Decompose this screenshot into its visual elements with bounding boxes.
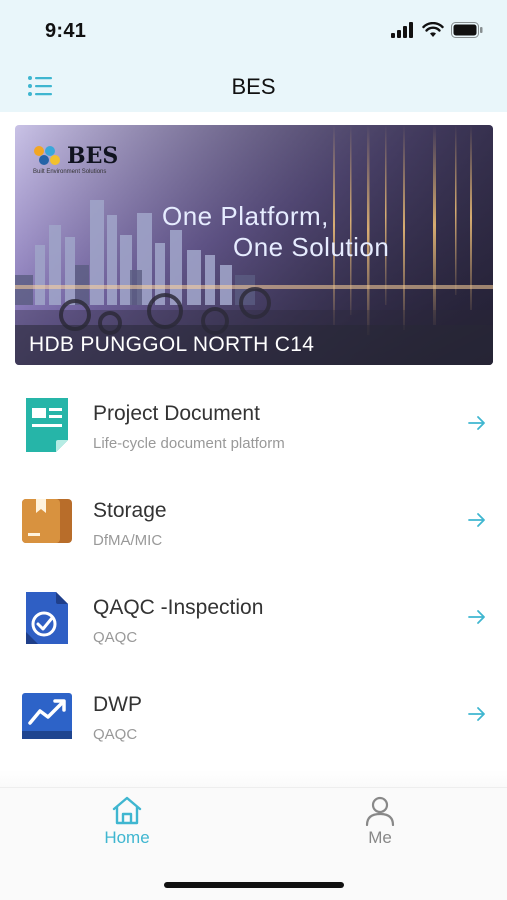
module-subtitle: QAQC xyxy=(93,726,138,743)
inspection-check-icon xyxy=(26,592,68,644)
cellular-signal-icon xyxy=(391,22,413,38)
module-item-dwp[interactable]: DWP QAQC xyxy=(0,669,507,766)
module-title: Storage xyxy=(93,499,167,522)
module-item-qaqc-inspection[interactable]: QAQC -Inspection QAQC xyxy=(0,572,507,669)
module-subtitle: QAQC xyxy=(93,629,138,646)
battery-icon xyxy=(451,22,483,38)
storage-box-icon xyxy=(22,499,72,543)
slogan-line-1: One Platform, xyxy=(162,201,329,231)
slogan-line-2: One Solution xyxy=(233,232,390,262)
list-scroll-edge xyxy=(0,770,507,788)
home-indicator xyxy=(164,882,344,888)
trend-chart-icon xyxy=(22,693,72,739)
arrow-right-icon xyxy=(468,416,485,430)
hexagon-logo-icon xyxy=(34,146,60,165)
nav-bar: BES xyxy=(0,62,507,112)
logo-subtext: Built Environment Solutions xyxy=(33,169,107,175)
tab-home[interactable]: Home xyxy=(67,796,187,856)
tab-me-label: Me xyxy=(368,828,392,847)
status-icons xyxy=(391,22,483,38)
page-title: BES xyxy=(231,74,276,99)
module-list: Project Document Life-cycle document pla… xyxy=(0,378,507,766)
module-title: Project Document xyxy=(93,402,260,425)
module-item-project-document[interactable]: Project Document Life-cycle document pla… xyxy=(0,378,507,475)
logo-text: BES xyxy=(67,143,119,169)
project-name: HDB PUNGGOL NORTH C14 xyxy=(29,333,315,356)
arrow-right-icon xyxy=(468,610,485,624)
home-icon xyxy=(112,796,142,825)
bes-logo: BES xyxy=(33,143,118,169)
arrow-right-icon xyxy=(468,707,485,721)
module-subtitle: Life-cycle document platform xyxy=(93,435,285,452)
tab-home-label: Home xyxy=(104,828,150,847)
module-subtitle: DfMA/MIC xyxy=(93,532,163,549)
person-icon xyxy=(365,796,395,826)
project-banner[interactable]: BES Built Environment Solutions One Plat… xyxy=(15,125,493,365)
module-item-storage[interactable]: Storage DfMA/MIC xyxy=(0,475,507,572)
arrow-right-icon xyxy=(468,513,485,527)
module-title: QAQC -Inspection xyxy=(93,596,264,619)
document-icon xyxy=(26,398,68,452)
module-title: DWP xyxy=(93,693,142,716)
tab-me[interactable]: Me xyxy=(320,796,440,856)
status-bar: 9:41 xyxy=(0,0,507,62)
status-time: 9:41 xyxy=(45,20,87,42)
wifi-icon xyxy=(422,22,444,37)
